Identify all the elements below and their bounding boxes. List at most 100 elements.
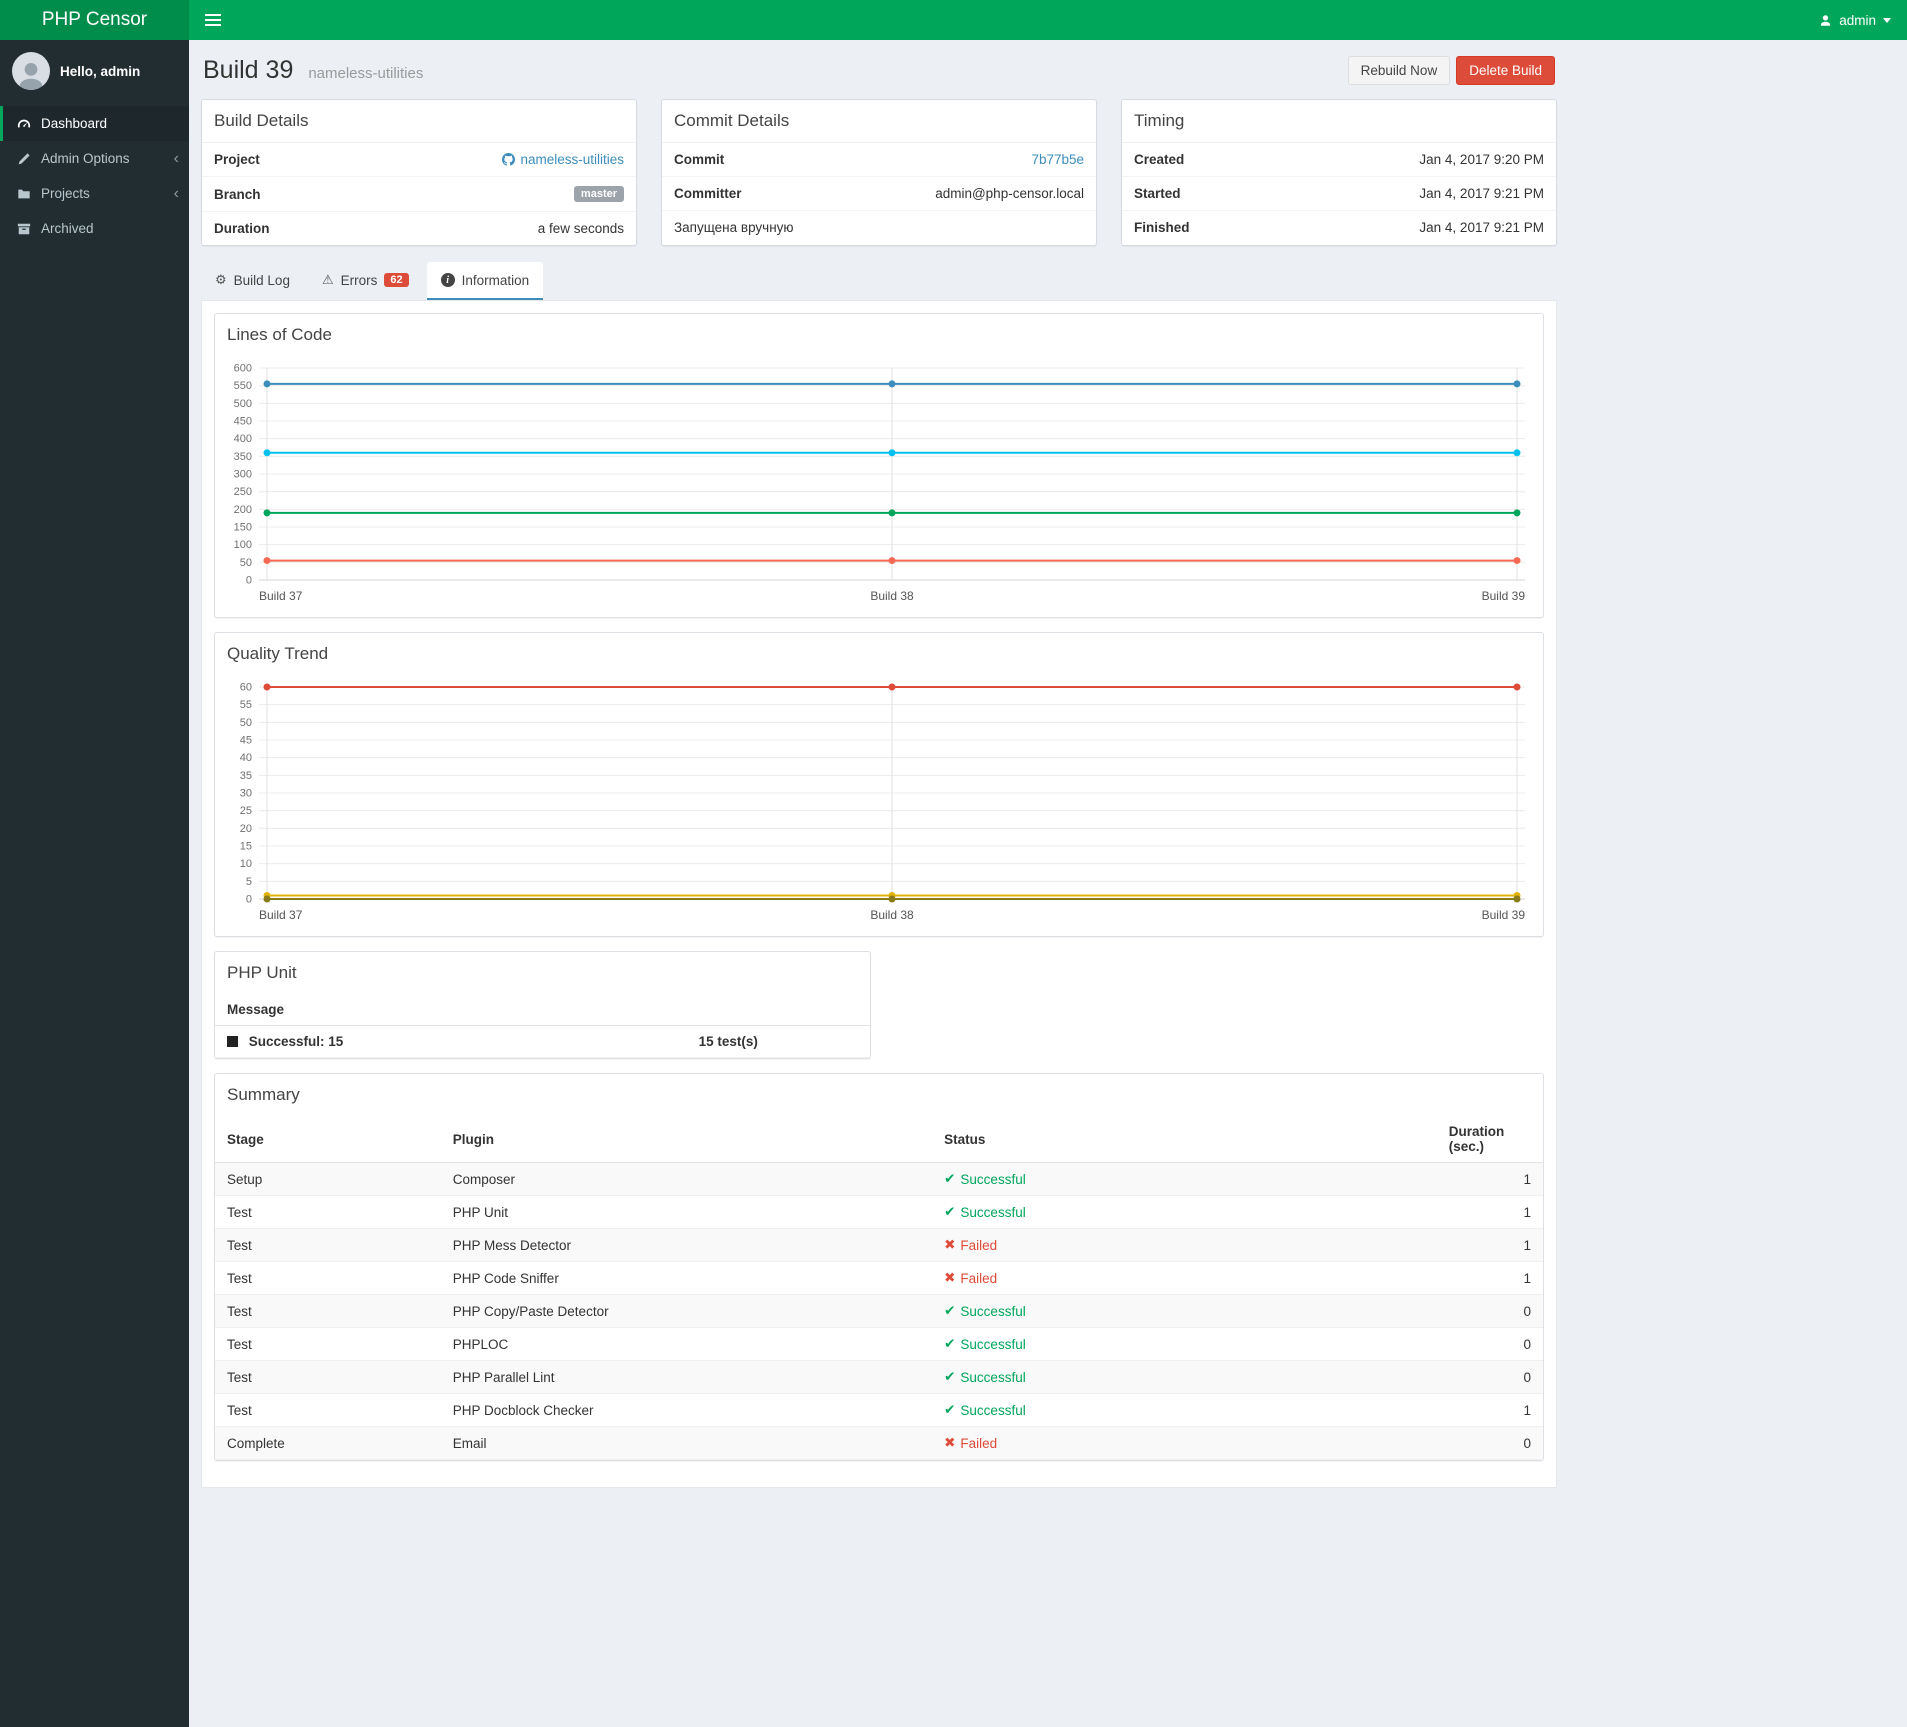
- duration-row: Duration a few seconds: [214, 221, 624, 236]
- sidebar-item-projects[interactable]: Projects ‹: [0, 176, 189, 211]
- status-text: Successful: [960, 1336, 1026, 1352]
- status-square-icon: [227, 1036, 238, 1047]
- status-icon: ✔: [944, 1171, 956, 1186]
- caret-down-icon: [1883, 17, 1891, 23]
- svg-text:20: 20: [240, 823, 252, 835]
- status-icon: ✖: [944, 1270, 956, 1285]
- commit-row: Commit 7b77b5e: [662, 143, 1096, 177]
- svg-text:5: 5: [246, 876, 252, 888]
- summary-table: Stage Plugin Status Duration (sec.) Setu…: [215, 1116, 1543, 1460]
- chart-title: Quality Trend: [227, 644, 329, 663]
- chevron-left-icon: ‹: [173, 149, 179, 167]
- sidebar-toggle-button[interactable]: [189, 0, 237, 41]
- information-tab-content: Lines of Code 0 50 100 150 200 250 300 350 400 45…: [201, 300, 1557, 1488]
- svg-text:10: 10: [240, 858, 252, 870]
- svg-text:40: 40: [240, 752, 252, 764]
- status-text: Successful: [960, 1402, 1026, 1418]
- archive-icon: [15, 222, 32, 236]
- svg-text:200: 200: [234, 504, 252, 516]
- sidebar-item-label: Dashboard: [41, 116, 108, 131]
- tab-errors[interactable]: ⚠ Errors 62: [308, 262, 423, 300]
- php-unit-test-count: 15 test(s): [686, 1025, 871, 1058]
- page-title: Build 39 nameless-utilities: [203, 56, 424, 84]
- app-brand[interactable]: PHP Censor: [0, 0, 189, 40]
- commit-link[interactable]: 7b77b5e: [1031, 152, 1084, 167]
- summary-row: Test PHP Docblock Checker ✔ Successful 1: [215, 1393, 1543, 1427]
- user-name: admin: [1839, 12, 1876, 28]
- status-text: Failed: [960, 1435, 998, 1451]
- dashboard-icon: [15, 117, 32, 131]
- php-unit-status: Successful: 15: [248, 1034, 344, 1049]
- sidebar-user-panel: Hello, admin: [0, 40, 189, 102]
- commit-message-row: Запущена вручную: [662, 211, 1096, 244]
- column-header: Duration (sec.): [1436, 1116, 1543, 1163]
- sidebar-nav: Dashboard Admin Options ‹ Projects ‹ Arc…: [0, 106, 189, 246]
- created-row: Created Jan 4, 2017 9:20 PM: [1122, 143, 1556, 177]
- sidebar-item-dashboard[interactable]: Dashboard: [0, 106, 189, 141]
- content-header: Build 39 nameless-utilities Rebuild Now …: [201, 44, 1557, 95]
- status-icon: ✔: [944, 1303, 956, 1318]
- errors-count-badge: 62: [384, 273, 409, 287]
- status-icon: ✔: [944, 1402, 956, 1417]
- summary-row: Test PHP Unit ✔ Successful 1: [215, 1195, 1543, 1229]
- svg-text:550: 550: [234, 380, 252, 392]
- summary-row: Setup Composer ✔ Successful 1: [215, 1162, 1543, 1196]
- summary-row: Test PHP Copy/Paste Detector ✔ Successful…: [215, 1294, 1543, 1328]
- summary-row: Test PHP Parallel Lint ✔ Successful 0: [215, 1360, 1543, 1394]
- pencil-icon: [15, 152, 32, 166]
- status-icon: ✔: [944, 1204, 956, 1219]
- panel-title: PHP Unit: [227, 963, 297, 982]
- panel-title: Timing: [1134, 111, 1185, 130]
- branch-row: Branch master: [202, 177, 636, 212]
- svg-text:100: 100: [234, 539, 252, 551]
- rebuild-now-button[interactable]: Rebuild Now: [1347, 56, 1451, 85]
- sidebar: Hello, admin Dashboard Admin Options ‹ P…: [0, 40, 189, 1727]
- php-unit-panel: PHP Unit Message Successful: 15 15 test(…: [214, 951, 872, 1059]
- svg-text:0: 0: [246, 894, 252, 906]
- commit-message: Запущена вручную: [674, 220, 794, 235]
- page-subtitle: nameless-utilities: [308, 65, 424, 82]
- svg-text:Build 37: Build 37: [259, 908, 303, 922]
- summary-header-row: Stage Plugin Status Duration (sec.): [215, 1116, 1543, 1163]
- info-icon: i: [440, 273, 455, 287]
- gears-icon: ⚙: [215, 272, 227, 287]
- column-header: Stage: [215, 1116, 441, 1163]
- user-dropdown[interactable]: admin: [1803, 0, 1907, 40]
- php-unit-table: Message Successful: 15 15 test(s): [215, 994, 871, 1058]
- sidebar-item-archived[interactable]: Archived: [0, 211, 189, 246]
- sidebar-item-label: Admin Options: [41, 151, 130, 166]
- commit-details-panel: Commit Details Commit 7b77b5e Committer …: [661, 99, 1097, 246]
- started-row: Started Jan 4, 2017 9:21 PM: [1122, 177, 1556, 211]
- php-unit-row: Successful: 15 15 test(s): [215, 1025, 871, 1058]
- svg-text:Build 37: Build 37: [259, 589, 303, 603]
- project-link[interactable]: nameless-utilities: [502, 152, 624, 167]
- timing-panel: Timing Created Jan 4, 2017 9:20 PM Start…: [1121, 99, 1557, 246]
- svg-text:450: 450: [234, 416, 252, 428]
- delete-build-button[interactable]: Delete Build: [1456, 56, 1555, 85]
- svg-text:150: 150: [234, 522, 252, 534]
- branch-badge: master: [573, 186, 624, 202]
- sidebar-item-admin-options[interactable]: Admin Options ‹: [0, 141, 189, 176]
- tab-bar: ⚙ Build Log ⚠ Errors 62 i Information: [201, 262, 1557, 300]
- tab-information[interactable]: i Information: [426, 262, 544, 300]
- svg-text:60: 60: [240, 682, 252, 694]
- lines-of-code-panel: Lines of Code 0 50 100 150 200 250 300 350 400 45…: [214, 313, 1544, 618]
- warning-icon: ⚠: [321, 272, 334, 287]
- sidebar-greeting: Hello, admin: [60, 63, 141, 79]
- svg-text:50: 50: [240, 717, 252, 729]
- status-icon: ✖: [944, 1435, 956, 1450]
- chevron-left-icon: ‹: [173, 184, 179, 202]
- status-icon: ✔: [944, 1369, 956, 1384]
- summary-row: Complete Email ✖ Failed 0: [215, 1426, 1543, 1460]
- svg-text:500: 500: [234, 398, 252, 410]
- status-icon: ✔: [944, 1336, 956, 1351]
- github-icon: [502, 153, 516, 166]
- panel-title: Commit Details: [674, 111, 790, 130]
- column-header: Plugin: [440, 1116, 933, 1163]
- quality-trend-panel: Quality Trend 0 5 10 15 20 25 30 35 40 45 50 55 60 Bu…: [214, 632, 1544, 937]
- summary-panel: Summary Stage Plugin Status Duration (se…: [214, 1073, 1544, 1461]
- svg-text:50: 50: [240, 557, 252, 569]
- svg-text:Build 38: Build 38: [870, 589, 914, 603]
- sidebar-item-label: Archived: [41, 221, 94, 236]
- tab-build-log[interactable]: ⚙ Build Log: [201, 262, 304, 300]
